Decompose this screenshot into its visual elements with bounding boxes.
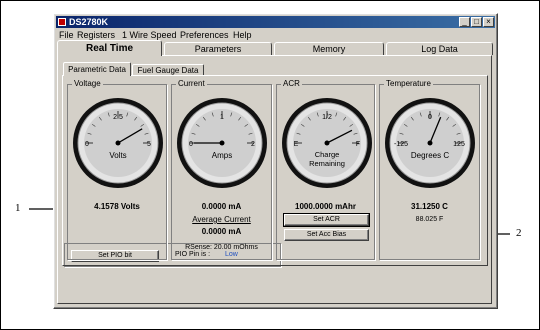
window-title: DS2780K [69, 17, 109, 27]
voltage-group-label: Voltage [72, 79, 103, 89]
menu-help[interactable]: Help [233, 30, 252, 41]
temperature-gauge-unit: Degrees C [411, 151, 449, 160]
acr-gauge-unit: Charge [315, 150, 340, 159]
temperature-group-label: Temperature [384, 79, 433, 89]
current-group-label: Current [176, 79, 207, 89]
acr-gauge-unit-line2: Remaining [309, 159, 345, 168]
parametric-data-panel: Voltage 0 2.5 5 Volts 4.1578 Volts Curre… [62, 75, 488, 266]
real-time-panel: Parametric Data Fuel Gauge Data Voltage … [57, 55, 492, 304]
acr-gauge-mid-label: 1/2 [322, 114, 332, 121]
tab-memory[interactable]: Memory [274, 42, 384, 55]
acr-gauge-min-label: E [294, 141, 299, 148]
tab-real-time[interactable]: Real Time [57, 40, 162, 56]
temperature-group: Temperature -125 0 125 Degrees C 31.1250… [379, 79, 480, 260]
acr-group-label: ACR [281, 79, 302, 89]
voltage-gauge-mid-label: 2.5 [113, 114, 123, 121]
temperature-reading-f: 88.025 F [415, 216, 444, 223]
current-gauge: 0 1 2 Amps [177, 98, 267, 188]
acr-group: ACR E 1/2 F Charge Remaining 1000.0000 m… [276, 79, 375, 260]
temperature-gauge-min-label: -125 [394, 141, 408, 148]
temperature-gauge-mid-label: 0 [428, 114, 432, 121]
current-group: Current 0 1 2 Amps 0.0000 mA Average Cur… [171, 79, 272, 260]
maximize-button[interactable]: □ [471, 17, 482, 27]
close-button[interactable]: × [483, 17, 494, 27]
average-current-label: Average Current [192, 215, 251, 224]
current-gauge-min-label: 0 [189, 141, 193, 148]
current-reading: 0.0000 mA [201, 202, 242, 211]
voltage-gauge-unit: Volts [109, 151, 126, 160]
voltage-gauge: 0 2.5 5 Volts [73, 98, 163, 188]
current-gauge-mid-label: 1 [220, 114, 224, 121]
tab-parametric-data[interactable]: Parametric Data [63, 62, 131, 76]
current-gauge-max-label: 2 [251, 141, 255, 148]
acr-gauge: E 1/2 F Charge Remaining [282, 98, 372, 188]
acr-reading: 1000.0000 mAhr [295, 202, 356, 211]
average-current-reading: 0.0000 mA [201, 227, 242, 236]
voltage-reading: 4.1578 Volts [94, 202, 140, 211]
tab-log-data[interactable]: Log Data [386, 42, 493, 55]
voltage-gauge-max-label: 5 [147, 141, 151, 148]
title-bar[interactable]: DS2780K _ □ × [56, 16, 495, 28]
temperature-reading: 31.1250 C [411, 202, 448, 211]
tab-parameters[interactable]: Parameters [164, 42, 272, 55]
voltage-group: Voltage 0 2.5 5 Volts 4.1578 Volts [67, 79, 167, 260]
menu-preferences[interactable]: Preferences [180, 30, 229, 41]
set-acr-button[interactable]: Set ACR [284, 214, 369, 226]
temperature-gauge: -125 0 125 Degrees C [385, 98, 475, 188]
temperature-gauge-max-label: 125 [453, 141, 465, 148]
rsense-text: RSense: 20.00 mOhms [185, 244, 258, 251]
acr-gauge-max-label: F [356, 141, 360, 148]
app-icon [58, 18, 66, 26]
app-window: DS2780K _ □ × File Registers 1 Wire Spee… [53, 13, 498, 309]
minimize-button[interactable]: _ [459, 17, 470, 27]
current-gauge-unit: Amps [212, 151, 232, 160]
voltage-gauge-min-label: 0 [85, 141, 89, 148]
set-acc-bias-button[interactable]: Set Acc Bias [284, 229, 369, 241]
